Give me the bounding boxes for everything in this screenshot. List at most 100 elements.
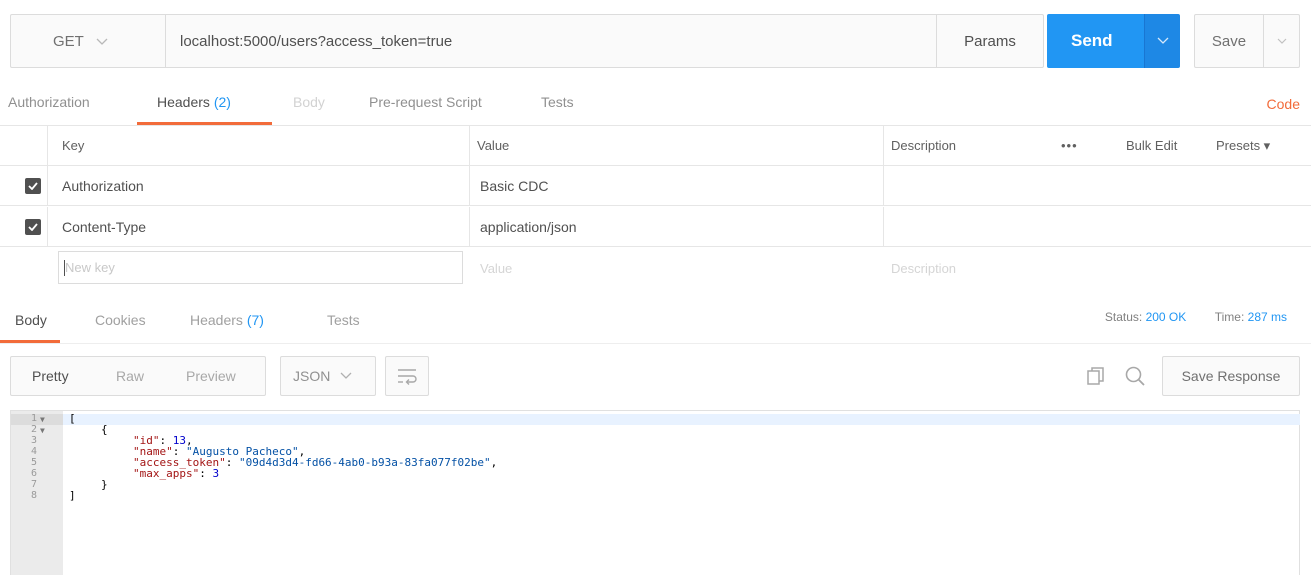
params-button[interactable]: Params xyxy=(936,14,1044,68)
new-header-row: New key Value Description xyxy=(0,248,1311,288)
save-response-label: Save Response xyxy=(1181,368,1281,384)
column-header-description: Description xyxy=(891,138,957,153)
response-meta: Status: 200 OK Time: 287 ms xyxy=(1105,310,1287,324)
tab-prerequest-script[interactable]: Pre-request Script xyxy=(369,94,482,110)
url-text: localhost:5000/users?access_token=true xyxy=(180,32,453,50)
params-label: Params xyxy=(964,32,1016,50)
chevron-down-icon xyxy=(1277,38,1286,44)
format-select[interactable]: JSON xyxy=(280,356,376,396)
status-value[interactable]: 200 OK xyxy=(1146,310,1187,324)
format-label: JSON xyxy=(293,368,331,384)
request-tabs: Authorization Headers (2) Body Pre-reque… xyxy=(0,86,1311,126)
code-line: } xyxy=(101,478,108,491)
new-key-placeholder: New key xyxy=(65,260,115,275)
new-value-input[interactable]: Value xyxy=(480,248,512,288)
tab-response-headers-label: Headers xyxy=(190,312,243,328)
response-toolbar: Pretty Raw Preview JSON Save Response xyxy=(0,356,1311,398)
column-divider xyxy=(469,207,470,246)
url-input[interactable]: localhost:5000/users?access_token=true xyxy=(165,14,937,68)
method-label: GET xyxy=(53,32,84,50)
tab-response-cookies[interactable]: Cookies xyxy=(95,312,146,328)
tab-response-headers-count: (7) xyxy=(246,312,264,328)
pretty-button[interactable]: Pretty xyxy=(32,368,69,384)
send-button[interactable]: Send xyxy=(1047,14,1144,68)
check-icon xyxy=(28,182,38,190)
column-divider xyxy=(469,166,470,205)
header-enabled-checkbox[interactable] xyxy=(25,178,41,194)
column-divider xyxy=(469,126,470,165)
fold-toggle-icon[interactable]: ▼ xyxy=(40,426,45,437)
code-line: "max_apps": 3 xyxy=(133,467,220,480)
new-key-input[interactable]: New key xyxy=(58,251,463,284)
save-response-button[interactable]: Save Response xyxy=(1162,356,1300,396)
header-value[interactable]: application/json xyxy=(480,207,577,246)
presets-dropdown[interactable]: Presets ▾ xyxy=(1216,126,1270,165)
view-mode-group: Pretty Raw Preview xyxy=(10,356,266,396)
save-label: Save xyxy=(1211,32,1247,50)
active-tab-indicator xyxy=(0,340,60,343)
code-line: { xyxy=(101,423,108,436)
raw-button[interactable]: Raw xyxy=(116,368,144,384)
tab-response-tests[interactable]: Tests xyxy=(327,312,360,328)
column-divider xyxy=(883,166,884,205)
json-brace: } xyxy=(101,478,108,491)
save-dropdown-button[interactable] xyxy=(1263,14,1300,68)
chevron-down-icon xyxy=(96,34,108,49)
header-enabled-checkbox[interactable] xyxy=(25,219,41,235)
json-key: "max_apps" xyxy=(133,467,200,480)
table-row: Authorization Basic CDC xyxy=(0,166,1311,206)
column-divider xyxy=(883,126,884,165)
more-options-icon[interactable]: ••• xyxy=(1061,126,1078,165)
tab-body[interactable]: Body xyxy=(293,94,325,110)
json-bracket: [ xyxy=(69,412,76,425)
copy-icon[interactable] xyxy=(1086,366,1106,386)
time-value[interactable]: 287 ms xyxy=(1248,310,1287,324)
header-key[interactable]: Authorization xyxy=(62,166,144,205)
column-header-key: Key xyxy=(62,138,85,153)
json-brace: { xyxy=(101,423,108,436)
json-value: 3 xyxy=(212,467,220,480)
preview-button[interactable]: Preview xyxy=(186,368,236,384)
time-label: Time: xyxy=(1214,310,1245,324)
active-line-highlight xyxy=(63,414,1300,425)
column-divider xyxy=(47,166,48,205)
tab-tests[interactable]: Tests xyxy=(541,94,574,110)
column-divider xyxy=(47,207,48,246)
request-bar: GET localhost:5000/users?access_token=tr… xyxy=(10,14,1300,68)
code-line: ] xyxy=(69,489,76,502)
check-icon xyxy=(28,223,38,231)
code-link[interactable]: Code xyxy=(1267,96,1300,112)
header-value[interactable]: Basic CDC xyxy=(480,166,548,205)
code-line: [ xyxy=(69,412,76,425)
tab-headers-label: Headers xyxy=(157,94,210,110)
wrap-lines-button[interactable] xyxy=(385,356,429,396)
column-divider xyxy=(47,126,48,165)
table-row: Content-Type application/json xyxy=(0,207,1311,247)
send-label: Send xyxy=(1071,31,1113,50)
save-button[interactable]: Save xyxy=(1194,14,1264,68)
status-label: Status: xyxy=(1104,310,1143,324)
bulk-edit-link[interactable]: Bulk Edit xyxy=(1126,126,1177,165)
new-description-input[interactable]: Description xyxy=(891,248,956,288)
tab-response-headers[interactable]: Headers (7) xyxy=(190,312,264,328)
search-icon[interactable] xyxy=(1124,365,1146,387)
column-divider xyxy=(883,207,884,246)
tab-authorization[interactable]: Authorization xyxy=(8,94,90,110)
chevron-down-icon xyxy=(340,369,352,383)
fold-toggle-icon[interactable]: ▼ xyxy=(40,415,45,426)
tab-headers[interactable]: Headers (2) xyxy=(157,94,231,110)
column-header-value: Value xyxy=(477,138,510,153)
response-tabs: Body Cookies Headers (7) Tests Status: 2… xyxy=(0,296,1311,344)
tab-response-body[interactable]: Body xyxy=(15,312,47,328)
response-body-editor[interactable]: 1 2 3 4 5 6 7 8 ▼ ▼ [ { "id": 13, "name"… xyxy=(10,410,1300,575)
method-select[interactable]: GET xyxy=(10,14,166,68)
header-key[interactable]: Content-Type xyxy=(62,207,146,246)
tab-headers-count: (2) xyxy=(213,94,231,110)
json-value: "09d4d3d4-fd66-4ab0-b93a-83fa077f02be" xyxy=(238,456,491,469)
line-number: 8 xyxy=(30,490,37,501)
send-dropdown-button[interactable] xyxy=(1144,14,1180,68)
wrap-lines-icon xyxy=(398,369,417,385)
table-header-row: Key Value Description ••• Bulk Edit Pres… xyxy=(0,125,1311,166)
json-bracket: ] xyxy=(69,489,76,502)
chevron-down-icon xyxy=(1157,37,1168,44)
